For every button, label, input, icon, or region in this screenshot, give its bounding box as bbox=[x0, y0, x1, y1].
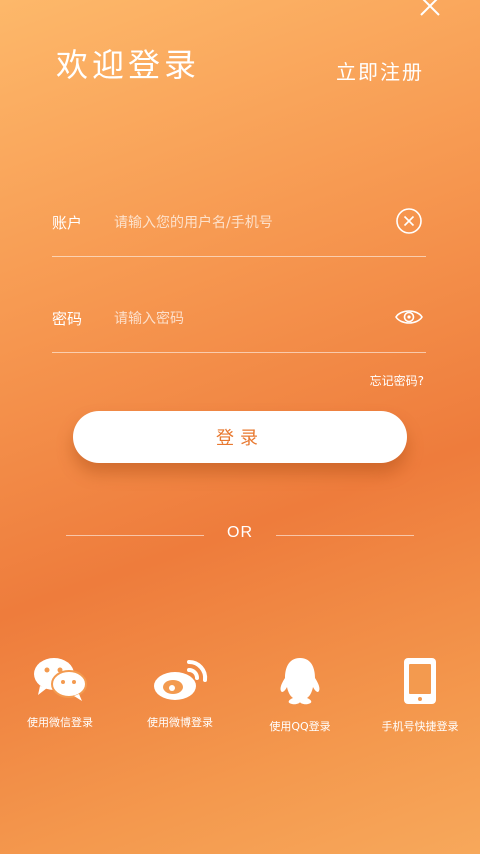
weibo-login-label: 使用微博登录 bbox=[147, 716, 213, 729]
qq-login-button[interactable]: 使用QQ登录 bbox=[240, 656, 360, 734]
weibo-login-button[interactable]: 使用微博登录 bbox=[120, 656, 240, 730]
account-input[interactable] bbox=[112, 206, 396, 240]
clear-account-button[interactable] bbox=[394, 206, 424, 236]
qq-login-label: 使用QQ登录 bbox=[269, 720, 331, 733]
clear-icon bbox=[396, 208, 422, 234]
phone-icon bbox=[404, 658, 436, 704]
forgot-password-link[interactable]: 忘记密码? bbox=[370, 372, 424, 389]
password-field: 密码 bbox=[52, 296, 426, 353]
wechat-login-button[interactable]: 使用微信登录 bbox=[0, 656, 120, 730]
account-label: 账户 bbox=[52, 214, 83, 232]
phone-login-label: 手机号快捷登录 bbox=[381, 720, 459, 733]
wechat-login-label: 使用微信登录 bbox=[27, 716, 93, 729]
register-link[interactable]: 立即注册 bbox=[336, 56, 424, 85]
login-button[interactable]: 登录 bbox=[73, 411, 407, 463]
password-label: 密码 bbox=[52, 310, 83, 328]
toggle-password-visibility-button[interactable] bbox=[394, 302, 424, 332]
page-title: 欢迎登录 bbox=[56, 46, 201, 84]
close-icon bbox=[420, 0, 440, 16]
close-button[interactable] bbox=[418, 0, 442, 18]
or-label: OR bbox=[227, 524, 253, 541]
phone-login-button[interactable]: 手机号快捷登录 bbox=[360, 656, 480, 734]
or-divider: OR bbox=[66, 524, 414, 548]
wechat-icon bbox=[34, 658, 87, 701]
qq-icon bbox=[280, 658, 320, 705]
divider-line-right bbox=[276, 535, 414, 536]
account-field: 账户 bbox=[52, 200, 426, 257]
eye-icon bbox=[395, 310, 423, 324]
password-input[interactable] bbox=[112, 302, 396, 336]
weibo-icon bbox=[154, 659, 208, 700]
